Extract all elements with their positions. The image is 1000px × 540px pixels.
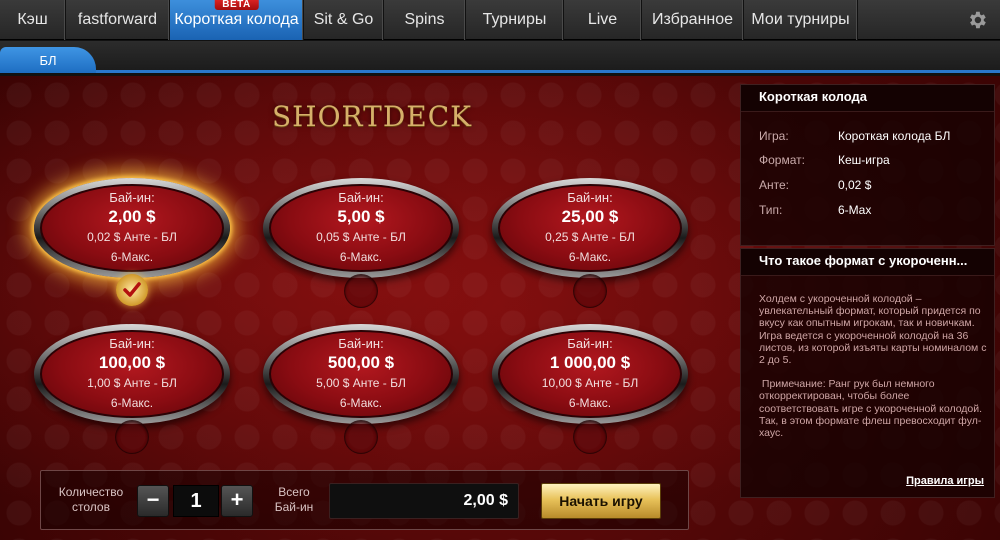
- max-players: 6-Макс.: [568, 249, 612, 264]
- table-option[interactable]: Бай-ин: 100,00 $ 1,00 $ Анте - БЛ 6-Макс…: [34, 324, 230, 424]
- tab-label: Мои турниры: [751, 11, 850, 28]
- shortdeck-logo: SHORTDECK: [272, 100, 473, 133]
- tab-spins[interactable]: Spins: [384, 0, 466, 40]
- table-option[interactable]: Бай-ин: 1 000,00 $ 10,00 $ Анте - БЛ 6-М…: [492, 324, 688, 424]
- checkmark-icon: [116, 274, 148, 306]
- tables-count-label-line: столов: [72, 500, 110, 514]
- buyin-amount: 2,00 $: [108, 206, 156, 226]
- info-value: 0,02 $: [838, 178, 872, 192]
- buyin-label: Бай-ин:: [109, 189, 155, 205]
- tables-quantity-field[interactable]: 1: [173, 485, 219, 517]
- info-key: Анте:: [759, 178, 789, 192]
- start-game-button[interactable]: Начать игру: [541, 483, 661, 519]
- max-players: 6-Макс.: [110, 249, 154, 264]
- info-key: Игра:: [759, 129, 789, 143]
- seat-marker: [573, 274, 607, 308]
- ante-info: 5,00 $ Анте - БЛ: [316, 375, 406, 390]
- table-option[interactable]: Бай-ин: 25,00 $ 0,25 $ Анте - БЛ 6-Макс.: [492, 178, 688, 278]
- increase-tables-button[interactable]: +: [221, 485, 253, 517]
- description-note: Примечание: Ранг рук был немного откорре…: [759, 378, 985, 440]
- ante-info: 10,00 $ Анте - БЛ: [541, 375, 639, 390]
- tab-label: Spins: [404, 11, 445, 28]
- buyin-label: Бай-ин:: [109, 335, 155, 351]
- format-description-title: Что такое формат с укороченн...: [741, 249, 994, 276]
- main-lobby: SHORTDECK Бай-ин: 2,00 $ 0,02 $ Анте - Б…: [0, 76, 1000, 540]
- total-buyin-label: Всего Бай-ин: [267, 485, 321, 515]
- seat-marker: [573, 420, 607, 454]
- tab-label: Кэш: [17, 11, 48, 28]
- seat-marker: [344, 274, 378, 308]
- max-players: 6-Макс.: [339, 395, 383, 410]
- ante-info: 0,02 $ Анте - БЛ: [87, 229, 177, 244]
- buyin-amount: 1 000,00 $: [549, 352, 631, 372]
- table-info: Бай-ин: 1 000,00 $ 10,00 $ Анте - БЛ 6-М…: [492, 324, 688, 424]
- tab-label: Короткая колода: [174, 11, 299, 28]
- info-value: 6-Max: [838, 203, 872, 217]
- decrease-tables-button[interactable]: −: [137, 485, 169, 517]
- table-info: Бай-ин: 100,00 $ 1,00 $ Анте - БЛ 6-Макс…: [34, 324, 230, 424]
- max-players: 6-Макс.: [110, 395, 154, 410]
- tab-label: Турниры: [482, 11, 547, 28]
- total-buyin-label-line: Бай-ин: [274, 500, 314, 514]
- table-info: Бай-ин: 5,00 $ 0,05 $ Анте - БЛ 6-Макс.: [263, 178, 459, 278]
- tab-my-tournaments[interactable]: Мои турниры: [744, 0, 858, 40]
- tab-sit-and-go[interactable]: Sit & Go: [304, 0, 384, 40]
- tab-label: Sit & Go: [313, 11, 374, 28]
- tables-count-label-line: Количество: [58, 485, 124, 499]
- tables-count-label: Количество столов: [51, 485, 131, 515]
- tab-tournaments[interactable]: Турниры: [466, 0, 564, 40]
- tab-favorites[interactable]: Избранное: [642, 0, 744, 40]
- subtab-label: БЛ: [39, 52, 57, 68]
- tab-live[interactable]: Live: [564, 0, 642, 40]
- buyin-amount: 25,00 $: [561, 206, 619, 226]
- max-players: 6-Макс.: [339, 249, 383, 264]
- max-players: 6-Макс.: [568, 395, 612, 410]
- total-buyin-label-line: Всего: [278, 485, 310, 499]
- format-description-text: Холдем с укороченной колодой – увлекател…: [759, 293, 987, 439]
- sub-tab-bar: БЛ: [0, 41, 1000, 73]
- game-info-title: Короткая колода: [741, 85, 994, 112]
- tab-label: Избранное: [651, 11, 734, 28]
- seat-marker: [115, 420, 149, 454]
- info-key: Тип:: [759, 203, 783, 217]
- table-option[interactable]: Бай-ин: 2,00 $ 0,02 $ Анте - БЛ 6-Макс.: [34, 178, 230, 278]
- info-key: Формат:: [759, 153, 805, 167]
- tab-short-deck[interactable]: BETA Короткая колода: [170, 0, 304, 40]
- seat-marker: [344, 420, 378, 454]
- buyin-amount: 100,00 $: [98, 352, 166, 372]
- table-info: Бай-ин: 500,00 $ 5,00 $ Анте - БЛ 6-Макс…: [263, 324, 459, 424]
- top-tab-bar: Кэш fastforward BETA Короткая колода Sit…: [0, 0, 1000, 40]
- info-value: Кеш-игра: [838, 153, 890, 167]
- game-rules-link[interactable]: Правила игры: [906, 475, 984, 487]
- buyin-label: Бай-ин:: [567, 335, 613, 351]
- beta-badge: BETA: [214, 0, 259, 10]
- tab-label: Live: [587, 11, 618, 28]
- buyin-label: Бай-ин:: [338, 335, 384, 351]
- buyin-amount: 500,00 $: [327, 352, 395, 372]
- table-info: Бай-ин: 2,00 $ 0,02 $ Анте - БЛ 6-Макс.: [34, 178, 230, 278]
- game-info-panel: Короткая колода Игра: Короткая колода БЛ…: [740, 84, 995, 246]
- table-option[interactable]: Бай-ин: 500,00 $ 5,00 $ Анте - БЛ 6-Макс…: [263, 324, 459, 424]
- subtab-bl[interactable]: БЛ: [0, 47, 96, 73]
- buyin-label: Бай-ин:: [567, 189, 613, 205]
- buyin-amount: 5,00 $: [337, 206, 385, 226]
- tab-cash[interactable]: Кэш: [0, 0, 66, 40]
- gear-icon[interactable]: [966, 9, 988, 31]
- tab-label: fastforward: [77, 11, 158, 28]
- ante-info: 0,05 $ Анте - БЛ: [316, 229, 406, 244]
- tab-fastforward[interactable]: fastforward: [66, 0, 170, 40]
- ante-info: 0,25 $ Анте - БЛ: [545, 229, 635, 244]
- total-buyin-value: 2,00 $: [329, 483, 519, 519]
- info-value: Короткая колода БЛ: [838, 129, 951, 143]
- ante-info: 1,00 $ Анте - БЛ: [87, 375, 177, 390]
- format-description-panel: Что такое формат с укороченн... Холдем с…: [740, 248, 995, 498]
- table-option[interactable]: Бай-ин: 5,00 $ 0,05 $ Анте - БЛ 6-Макс.: [263, 178, 459, 278]
- control-panel: Количество столов − 1 + Всего Бай-ин 2,0…: [40, 470, 689, 530]
- description-paragraph: Холдем с укороченной колодой – увлекател…: [759, 293, 987, 367]
- buyin-label: Бай-ин:: [338, 189, 384, 205]
- table-info: Бай-ин: 25,00 $ 0,25 $ Анте - БЛ 6-Макс.: [492, 178, 688, 278]
